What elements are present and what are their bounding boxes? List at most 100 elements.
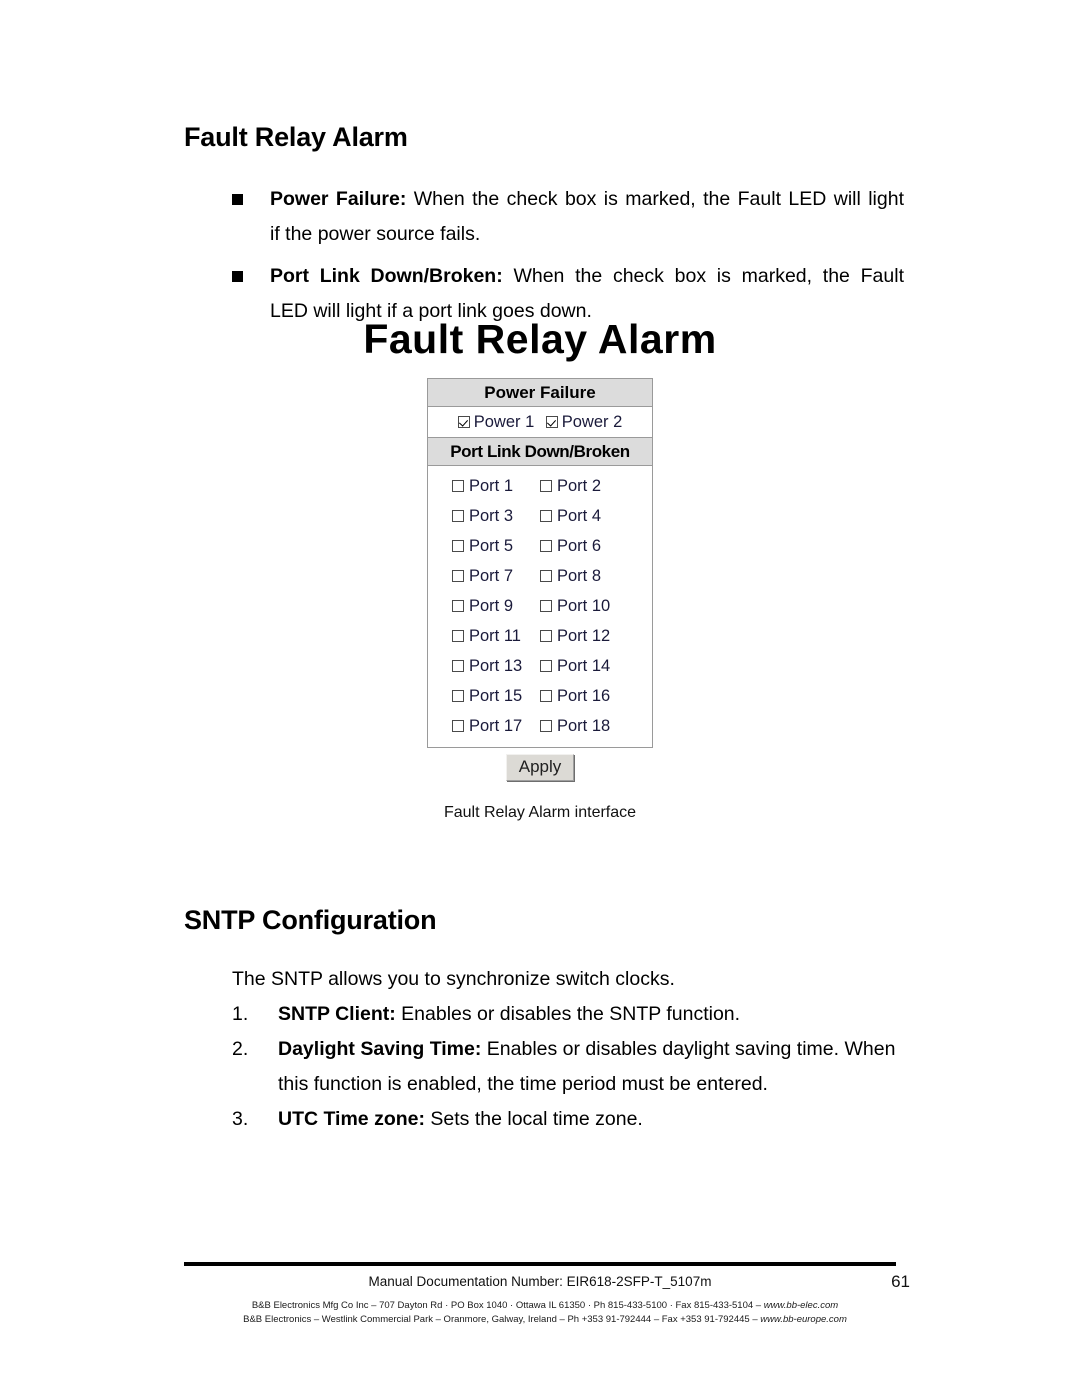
fault-relay-bullet-list: Power Failure: When the check box is mar… <box>232 182 904 336</box>
footer-address-line-2: B&B Electronics – Westlink Commercial Pa… <box>150 1313 940 1327</box>
checkbox-label: Port 6 <box>557 537 602 556</box>
checkbox-port-13[interactable]: Port 13 <box>452 651 540 681</box>
document-page: Fault Relay Alarm Power Failure: When th… <box>0 0 1080 1397</box>
checkbox-port-12[interactable]: Port 12 <box>540 621 628 651</box>
checkbox-port-8[interactable]: Port 8 <box>540 561 628 591</box>
apply-button[interactable]: Apply <box>505 754 575 782</box>
figure-caption: Fault Relay Alarm interface <box>443 804 637 822</box>
checkbox-label: Port 2 <box>557 477 602 496</box>
checkbox-port-9[interactable]: Port 9 <box>452 591 540 621</box>
list-item: 2. Daylight Saving Time: Enables or disa… <box>232 1032 904 1102</box>
checkbox-icon-unchecked[interactable] <box>540 660 552 673</box>
footer-url-bb-europe[interactable]: www.bb-europe.com <box>760 1314 847 1325</box>
checkbox-port-16[interactable]: Port 16 <box>540 681 628 711</box>
port-row: Port 7 Port 8 <box>428 561 652 591</box>
checkbox-icon-unchecked[interactable] <box>540 630 552 643</box>
list-item-text: Sets the local time zone. <box>424 1108 643 1130</box>
checkbox-icon-unchecked[interactable] <box>452 570 464 583</box>
bullet-term: Port Link Down/Broken: <box>270 265 503 287</box>
checkbox-label: Port 15 <box>469 687 523 706</box>
checkbox-icon-checked[interactable] <box>545 416 558 429</box>
checkbox-port-4[interactable]: Port 4 <box>540 501 628 531</box>
port-row: Port 3 Port 4 <box>428 501 652 531</box>
list-item: Power Failure: When the check box is mar… <box>232 182 904 252</box>
port-row: Port 5 Port 6 <box>428 531 652 561</box>
checkbox-port-7[interactable]: Port 7 <box>452 561 540 591</box>
checkbox-port-2[interactable]: Port 2 <box>540 471 628 501</box>
checkbox-icon-unchecked[interactable] <box>452 690 464 703</box>
checkbox-label: Port 3 <box>469 507 514 526</box>
checkbox-port-18[interactable]: Port 18 <box>540 711 628 741</box>
table-row-power-failure-header: Power Failure <box>427 378 653 408</box>
checkbox-icon-unchecked[interactable] <box>452 600 464 613</box>
checkbox-power-2[interactable]: Power 2 <box>545 407 623 437</box>
footer-url-bb-elec[interactable]: www.bb-elec.com <box>764 1300 838 1311</box>
square-bullet-icon <box>232 271 243 282</box>
checkbox-icon-unchecked[interactable] <box>452 510 464 523</box>
checkbox-icon-unchecked[interactable] <box>452 630 464 643</box>
checkbox-icon-unchecked[interactable] <box>452 660 464 673</box>
checkbox-port-1[interactable]: Port 1 <box>452 471 540 501</box>
checkbox-icon-unchecked[interactable] <box>452 540 464 553</box>
checkbox-icon-unchecked[interactable] <box>540 570 552 583</box>
checkbox-port-10[interactable]: Port 10 <box>540 591 628 621</box>
checkbox-label: Port 18 <box>557 717 611 736</box>
checkbox-label: Port 10 <box>557 597 611 616</box>
checkbox-icon-unchecked[interactable] <box>540 600 552 613</box>
port-row: Port 13 Port 14 <box>428 651 652 681</box>
checkbox-port-17[interactable]: Port 17 <box>452 711 540 741</box>
checkbox-label: Port 4 <box>557 507 602 526</box>
page-title-sntp-configuration: SNTP Configuration <box>184 905 437 936</box>
table-row-port-link-header: Port Link Down/Broken <box>427 437 653 467</box>
checkbox-icon-unchecked[interactable] <box>540 540 552 553</box>
bullet-line-continued: if the power source fails. <box>270 223 481 245</box>
port-row: Port 1 Port 2 <box>428 471 652 501</box>
checkbox-port-14[interactable]: Port 14 <box>540 651 628 681</box>
sntp-intro-text: The SNTP allows you to synchronize switc… <box>232 968 675 990</box>
checkbox-port-5[interactable]: Port 5 <box>452 531 540 561</box>
figure-title: Fault Relay Alarm <box>363 316 717 362</box>
footer-page-number: 61 <box>891 1272 910 1291</box>
checkbox-label: Port 11 <box>469 627 521 646</box>
checkbox-label: Port 1 <box>469 477 514 496</box>
footer-address-text: B&B Electronics Mfg Co Inc – 707 Dayton … <box>251 1300 764 1311</box>
checkbox-port-6[interactable]: Port 6 <box>540 531 628 561</box>
checkbox-icon-unchecked[interactable] <box>540 510 552 523</box>
checkbox-icon-unchecked[interactable] <box>540 720 552 733</box>
footer-divider <box>184 1262 896 1266</box>
list-item: 1. SNTP Client: Enables or disables the … <box>232 997 904 1032</box>
checkbox-port-3[interactable]: Port 3 <box>452 501 540 531</box>
checkbox-port-15[interactable]: Port 15 <box>452 681 540 711</box>
checkbox-icon-unchecked[interactable] <box>540 690 552 703</box>
checkbox-label: Port 13 <box>469 657 523 676</box>
bullet-text: When the check box is marked, the Fault … <box>406 188 904 210</box>
table-row-port-checkboxes: Port 1 Port 2 Port 3 Port 4 Port 5 Port 6 P… <box>427 465 653 749</box>
list-number: 2. <box>232 1038 249 1060</box>
checkbox-power-1[interactable]: Power 1 <box>457 407 535 437</box>
table-row-power-checkboxes: Power 1 Power 2 <box>427 406 653 439</box>
power-checkbox-group: Power 1 Power 2 <box>457 413 622 431</box>
footer-address-line-1: B&B Electronics Mfg Co Inc – 707 Dayton … <box>150 1299 940 1313</box>
port-row: Port 11 Port 12 <box>428 621 652 651</box>
list-item-text: Enables or disables the SNTP function. <box>395 1003 741 1025</box>
footer-manual-number: Manual Documentation Number: EIR618-2SFP… <box>368 1274 712 1289</box>
power-failure-checkbox-cell: Power 1 Power 2 <box>427 406 653 439</box>
checkbox-label: Port 5 <box>469 537 514 556</box>
apply-button-container: Apply <box>427 754 653 782</box>
checkbox-icon-unchecked[interactable] <box>452 720 464 733</box>
checkbox-label: Power 2 <box>561 413 623 432</box>
checkbox-label: Port 16 <box>557 687 611 706</box>
fault-relay-alarm-panel: Power Failure Power 1 Power 2 Port Link … <box>427 378 653 782</box>
power-failure-header-cell: Power Failure <box>427 378 653 408</box>
checkbox-icon-unchecked[interactable] <box>540 480 552 493</box>
checkbox-icon-unchecked[interactable] <box>452 480 464 493</box>
port-link-checkbox-cell: Port 1 Port 2 Port 3 Port 4 Port 5 Port 6 P… <box>427 465 653 749</box>
bullet-line-primary: Port Link Down/Broken: When the check bo… <box>270 259 904 294</box>
checkbox-port-11[interactable]: Port 11 <box>452 621 540 651</box>
checkbox-icon-checked[interactable] <box>457 416 470 429</box>
figure-fault-relay-alarm-interface: Fault Relay Alarm Power Failure Power 1 <box>0 316 1080 822</box>
square-bullet-icon <box>232 194 243 205</box>
list-item-term: UTC Time zone: <box>278 1108 425 1130</box>
checkbox-label: Power 1 <box>473 413 535 432</box>
footer-address-text: B&B Electronics – Westlink Commercial Pa… <box>243 1314 761 1325</box>
